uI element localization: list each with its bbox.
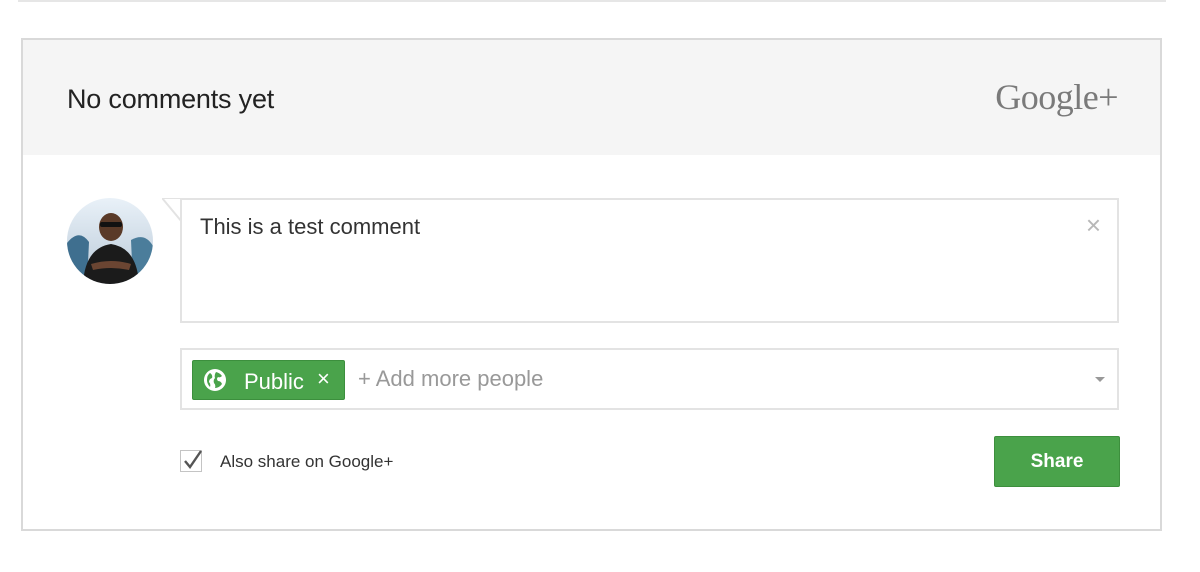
comments-count-title: No comments yet [67, 84, 275, 114]
comment-text[interactable]: This is a test comment [200, 214, 420, 240]
avatar-photo [67, 198, 153, 284]
close-icon[interactable]: × [1086, 212, 1101, 238]
globe-icon [204, 369, 226, 391]
audience-chip-label: Public [244, 369, 304, 394]
widget-header: No comments yet Google+ [23, 40, 1160, 155]
avatar [67, 198, 153, 284]
chevron-down-icon[interactable] [1095, 377, 1105, 382]
also-share-label: Also share on Google+ [220, 452, 394, 471]
also-share-checkbox[interactable] [180, 450, 202, 472]
checkmark-icon [184, 450, 202, 469]
share-button[interactable]: Share [994, 436, 1120, 487]
chip-remove-icon[interactable]: × [317, 368, 330, 390]
top-divider [18, 0, 1166, 2]
google-plus-logo: Google+ [995, 77, 1118, 117]
audience-selector[interactable]: Public × [180, 348, 1119, 410]
audience-chip-public[interactable]: Public × [192, 360, 345, 400]
add-people-input[interactable] [358, 362, 1058, 396]
comments-widget: No comments yet Google+ This is a test c… [21, 38, 1162, 531]
comment-input[interactable]: This is a test comment × [180, 198, 1119, 323]
